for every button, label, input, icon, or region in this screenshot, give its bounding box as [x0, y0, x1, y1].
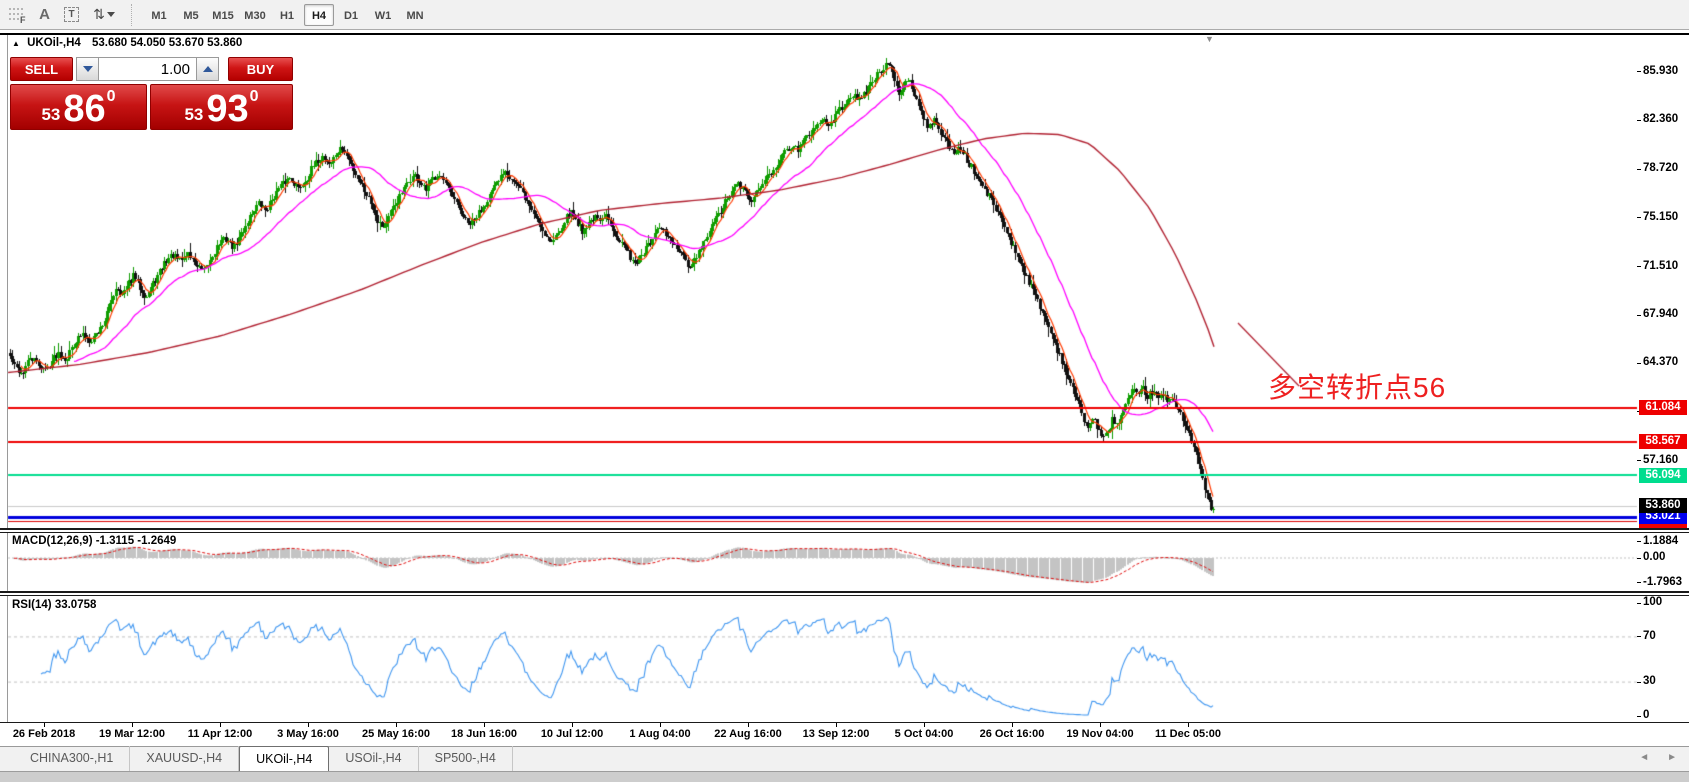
- timeframe-button-d1[interactable]: D1: [336, 4, 366, 26]
- rsi-panel-bottom-border: [0, 722, 1689, 723]
- date-axis-label: 22 Aug 16:00: [714, 728, 781, 740]
- timeframe-button-w1[interactable]: W1: [368, 4, 398, 26]
- buy-price-box[interactable]: 53 93 0: [150, 84, 293, 130]
- label-tool-icon: T: [64, 7, 79, 22]
- date-axis-label: 26 Oct 16:00: [980, 728, 1045, 740]
- date-tick-mark: [132, 723, 133, 727]
- date-tick-mark: [1100, 723, 1101, 727]
- volume-decrease-button[interactable]: [76, 57, 99, 81]
- date-axis-label: 1 Aug 04:00: [629, 728, 690, 740]
- timeframe-button-m1[interactable]: M1: [144, 4, 174, 26]
- buy-button[interactable]: BUY: [228, 57, 293, 81]
- date-axis-label: 10 Jul 12:00: [541, 728, 603, 740]
- text-tool-button[interactable]: A: [31, 3, 58, 27]
- volume-increase-button[interactable]: [196, 57, 219, 81]
- chart-shift-marker-icon: ▼: [1205, 34, 1214, 44]
- buy-price-point: 0: [250, 89, 259, 105]
- date-tick-mark: [1012, 723, 1013, 727]
- date-tick-mark: [572, 723, 573, 727]
- timeframe-button-m15[interactable]: M15: [208, 4, 238, 26]
- sell-price-point: 0: [107, 89, 116, 105]
- date-tick-mark: [924, 723, 925, 727]
- date-axis-label: 11 Dec 05:00: [1155, 728, 1221, 740]
- date-tick-mark: [308, 723, 309, 727]
- date-axis-label: 25 May 16:00: [362, 728, 430, 740]
- triangle-down-icon: [83, 66, 93, 72]
- tab-scroll-right-icon[interactable]: ►: [1667, 752, 1677, 763]
- svg-text:F: F: [20, 15, 26, 23]
- date-tick-mark: [1188, 723, 1189, 727]
- date-axis-label: 19 Nov 04:00: [1066, 728, 1133, 740]
- rsi-indicator-label: RSI(14) 33.0758: [12, 599, 96, 611]
- date-axis-label: 5 Oct 04:00: [895, 728, 954, 740]
- macd-panel-splitter[interactable]: [0, 528, 1689, 533]
- date-tick-mark: [220, 723, 221, 727]
- date-tick-mark: [44, 723, 45, 727]
- chart-tab-bar: CHINA300-,H1XAUUSD-,H4UKOil-,H4USOil-,H4…: [0, 746, 1689, 771]
- sell-price-whole: 53: [41, 106, 60, 123]
- timeframe-button-h1[interactable]: H1: [272, 4, 302, 26]
- arrows-icon: ⇅: [93, 6, 105, 23]
- chart-tab-china300-h1[interactable]: CHINA300-,H1: [14, 746, 130, 771]
- fibonacci-icon: F: [8, 6, 27, 23]
- chart-tab-usoil-h4[interactable]: USOil-,H4: [329, 746, 418, 771]
- trading-platform-window: F A T ⇅ M1 M5 M15 M30 H1 H4 D1 W1 MN ▼ ▲…: [0, 0, 1689, 782]
- date-axis-label: 19 Mar 12:00: [99, 728, 165, 740]
- timeframe-button-mn[interactable]: MN: [400, 4, 430, 26]
- text-tool-icon: A: [39, 6, 50, 23]
- date-axis-label: 3 May 16:00: [277, 728, 339, 740]
- date-tick-mark: [396, 723, 397, 727]
- date-axis-label: 13 Sep 12:00: [803, 728, 870, 740]
- chart-frame-left-border: [7, 35, 8, 746]
- tab-scroll-controls: ◄ ►: [1639, 752, 1677, 763]
- chart-ohlc-values: 53.680 54.050 53.670 53.860: [92, 37, 242, 49]
- window-bottom-strip: [0, 771, 1689, 782]
- date-axis: 26 Feb 2018 19 Mar 12:00 11 Apr 12:00 3 May…: [0, 723, 1689, 746]
- macd-indicator-label: MACD(12,26,9) -1.3115 -1.2649: [12, 535, 176, 547]
- date-axis-label: 26 Feb 2018: [13, 728, 75, 740]
- timeframe-button-m30[interactable]: M30: [240, 4, 270, 26]
- volume-input[interactable]: [99, 57, 196, 81]
- chart-text-annotation: 多空转折点56: [1268, 366, 1446, 406]
- sell-button[interactable]: SELL: [10, 57, 73, 81]
- chart-title-row: ▲ UKOil-,H4 53.680 54.050 53.670 53.860: [12, 37, 242, 49]
- fibonacci-tool-button[interactable]: F: [4, 3, 31, 27]
- sell-price-pips: 86: [63, 94, 105, 125]
- date-tick-mark: [660, 723, 661, 727]
- date-axis-label: 11 Apr 12:00: [188, 728, 252, 740]
- top-toolbar: F A T ⇅ M1 M5 M15 M30 H1 H4 D1 W1 MN: [0, 0, 1689, 30]
- chart-tab-sp500-h4[interactable]: SP500-,H4: [419, 746, 513, 771]
- buy-price-whole: 53: [184, 106, 203, 123]
- chart-tab-xauusd-h4[interactable]: XAUUSD-,H4: [130, 746, 239, 771]
- date-tick-mark: [484, 723, 485, 727]
- rsi-panel-splitter[interactable]: [0, 591, 1689, 596]
- date-tick-mark: [836, 723, 837, 727]
- chevron-down-icon: [107, 12, 115, 17]
- tab-scroll-left-icon[interactable]: ◄: [1639, 752, 1649, 763]
- buy-price-pips: 93: [206, 94, 248, 125]
- label-tool-button[interactable]: T: [58, 3, 85, 27]
- chart-tab-ukoil-h4[interactable]: UKOil-,H4: [239, 746, 329, 771]
- date-axis-label: 18 Jun 16:00: [451, 728, 517, 740]
- date-tick-mark: [748, 723, 749, 727]
- triangle-up-icon: [203, 66, 213, 72]
- sell-price-box[interactable]: 53 86 0: [10, 84, 147, 130]
- arrows-tool-button[interactable]: ⇅: [85, 3, 123, 27]
- timeframe-button-m5[interactable]: M5: [176, 4, 206, 26]
- chart-frame-top-border: [0, 33, 1689, 35]
- collapse-panel-icon[interactable]: ▲: [12, 39, 20, 48]
- chart-symbol-label: UKOil-,H4: [27, 37, 81, 49]
- toolbar-separator: [131, 4, 137, 26]
- timeframe-button-h4[interactable]: H4: [304, 4, 334, 26]
